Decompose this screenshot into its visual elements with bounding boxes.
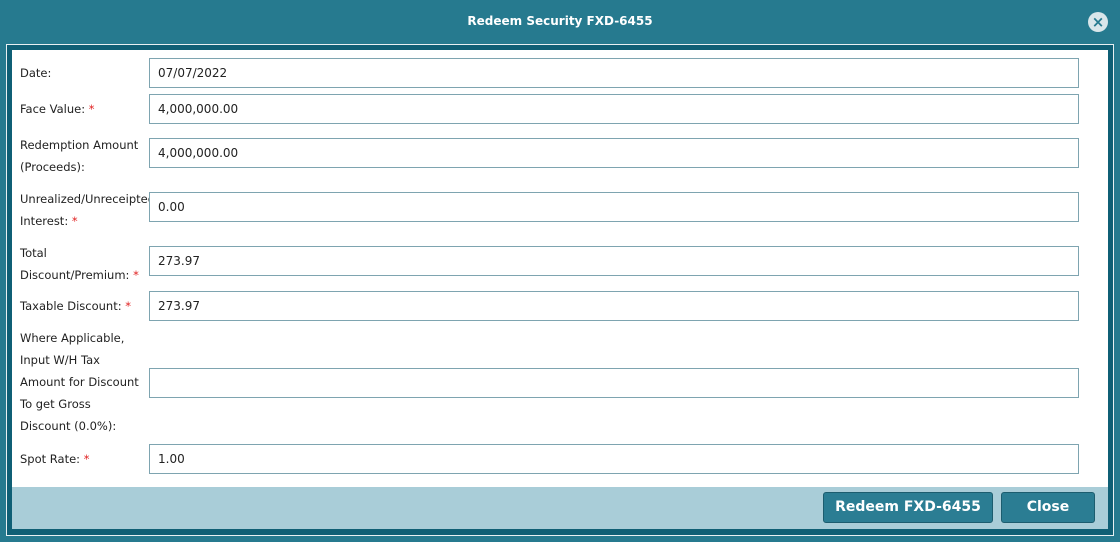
field-label: Taxable Discount: * (20, 299, 132, 313)
close-button[interactable]: Close (1001, 492, 1095, 523)
field-label: Total Discount/Premium: * (20, 246, 139, 282)
spot-rate-input[interactable] (149, 444, 1079, 474)
field-label: Redemption Amount (Proceeds): (20, 138, 139, 174)
field-label: Face Value: * (20, 102, 95, 116)
date-input[interactable] (149, 58, 1079, 88)
face-value-input[interactable] (149, 94, 1079, 124)
form: Date: Face Value: * Redemption Amount(Pr… (12, 50, 1108, 487)
wh-tax-input[interactable] (149, 368, 1079, 398)
taxable-discount-input[interactable] (149, 291, 1079, 321)
redemption-amount-input[interactable] (149, 138, 1079, 168)
close-icon[interactable]: × (1088, 12, 1108, 32)
field-label: Date: (20, 66, 52, 80)
dialog-title: Redeem Security FXD-6455 (467, 14, 653, 28)
field-label: Unrealized/Unreceipted Interest: * (20, 192, 152, 228)
redeem-button[interactable]: Redeem FXD-6455 (823, 492, 993, 523)
field-label: Where Applicable, Input W/H Tax Amount for… (20, 331, 139, 433)
field-label: Spot Rate: * (20, 452, 90, 466)
dialog-footer: Redeem FXD-6455 Close (12, 487, 1108, 529)
dialog-body: Date: Face Value: * Redemption Amount(Pr… (6, 44, 1114, 536)
total-discount-input[interactable] (149, 246, 1079, 276)
dialog-titlebar: Redeem Security FXD-6455 × (0, 0, 1120, 44)
unrealized-interest-input[interactable] (149, 192, 1079, 222)
